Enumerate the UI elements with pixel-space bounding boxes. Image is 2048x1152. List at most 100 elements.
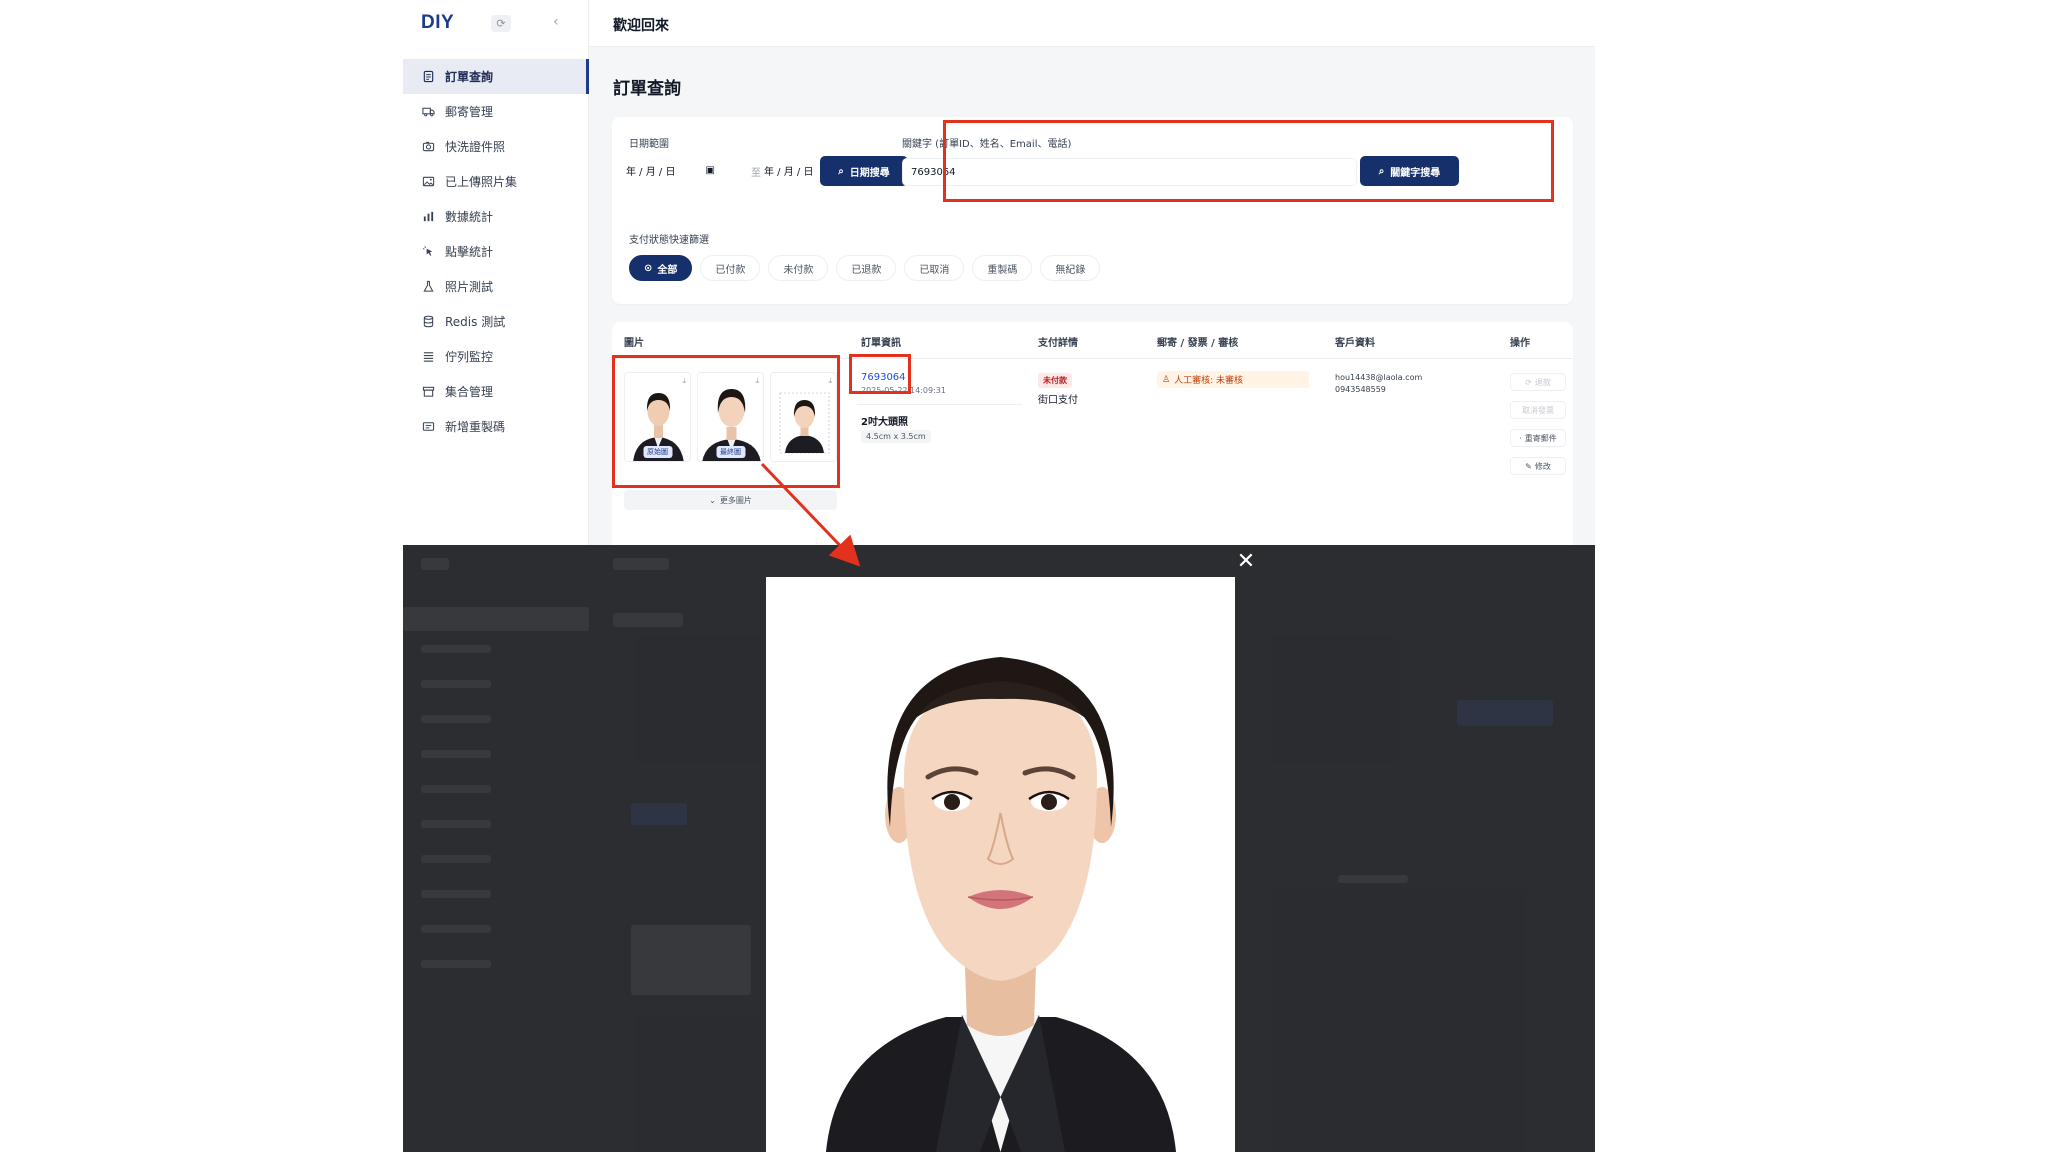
ghost-element: [421, 680, 491, 688]
chip-label: 未付款: [783, 264, 814, 276]
close-icon[interactable]: ✕: [1236, 551, 1256, 573]
sidebar-item-collection[interactable]: 集合管理: [403, 374, 589, 409]
sidebar-item-queue-monitor[interactable]: 佇列監控: [403, 339, 589, 374]
column-header-customer: 客戶資料: [1335, 338, 1375, 349]
edit-label: 修改: [1534, 461, 1551, 471]
payment-status-badge: 未付款: [1038, 373, 1072, 388]
page-title: 訂單查詢: [613, 79, 681, 99]
photo-preview-modal: [766, 577, 1235, 1152]
review-status-badge: ♙ 人工審核: 未審核: [1157, 371, 1309, 388]
chip-label: 重製碼: [987, 264, 1018, 276]
photo-size-tag: 4.5cm x 3.5cm: [861, 430, 931, 443]
column-header-payment: 支付詳情: [1038, 338, 1078, 349]
ghost-element: [421, 960, 491, 968]
more-images-button[interactable]: ⌄ 更多圖片: [624, 490, 837, 510]
status-chip-remake-code[interactable]: 重製碼: [972, 255, 1033, 281]
sidebar-nav: 訂單查詢 郵寄管理 快洗證件照 已上傳照片集 數據統計 點擊統計 照片測試 Re…: [403, 59, 589, 444]
ticket-icon: [422, 420, 435, 433]
edit-button[interactable]: ✎ 修改: [1510, 457, 1566, 475]
sidebar-item-label: 快洗證件照: [445, 140, 506, 154]
column-header-actions: 操作: [1510, 338, 1530, 349]
chevron-left-icon[interactable]: ‹: [553, 14, 559, 30]
sidebar-item-photo-test[interactable]: 照片測試: [403, 269, 589, 304]
sidebar-item-order-query[interactable]: 訂單查詢: [403, 59, 589, 94]
sidebar-item-label: 新增重製碼: [445, 420, 506, 434]
start-date-placeholder: 年 / 月 / 日: [626, 166, 676, 178]
sidebar-item-statistics[interactable]: 數據統計: [403, 199, 589, 234]
top-bar: 歡迎回來: [589, 0, 1595, 47]
ghost-element: [421, 890, 491, 898]
sidebar-item-label: 佇列監控: [445, 350, 494, 364]
ghost-element: [403, 607, 589, 631]
annotation-box-thumbnails: [612, 355, 840, 488]
chip-label: 已付款: [715, 264, 746, 276]
sidebar-item-redis-test[interactable]: Redis 測試: [403, 304, 589, 339]
sidebar-item-shipping[interactable]: 郵寄管理: [403, 94, 589, 129]
sidebar-item-label: 集合管理: [445, 385, 494, 399]
refresh-icon: ⟳: [1525, 377, 1532, 387]
status-chip-cancelled[interactable]: 已取消: [904, 255, 965, 281]
date-search-label: 日期搜尋: [849, 167, 890, 179]
chip-label: 全部: [657, 264, 678, 276]
screenshot-canvas: DIY ⟳ ‹ 訂單查詢 郵寄管理 快洗證件照 已上傳照片集 數據統計 點擊統計…: [0, 0, 2048, 1152]
sidebar-item-uploaded-photos[interactable]: 已上傳照片集: [403, 164, 589, 199]
calendar-icon: ▣: [705, 164, 715, 176]
customer-phone: 0943548559: [1335, 385, 1386, 394]
chip-label: 已取消: [919, 264, 950, 276]
product-name: 2吋大頭照: [861, 417, 908, 428]
ghost-element: [421, 558, 449, 570]
camera-icon: [422, 140, 435, 153]
sidebar-item-new-remake-code[interactable]: 新增重製碼: [403, 409, 589, 444]
end-date-placeholder: 年 / 月 / 日: [764, 166, 814, 178]
truck-icon: [422, 105, 435, 118]
cancel-invoice-label: 取消發票: [1522, 405, 1554, 415]
chip-label: 無紀錄: [1055, 264, 1086, 276]
refund-button[interactable]: ⟳ 退款: [1510, 373, 1566, 391]
ghost-element: [613, 558, 669, 570]
ghost-element: [421, 785, 491, 793]
list-icon: [422, 350, 435, 363]
resend-email-label: 重寄郵件: [1524, 433, 1557, 443]
column-header-image: 圖片: [624, 338, 644, 349]
order-info-divider: [857, 404, 1022, 405]
sidebar-item-label: 點擊統計: [445, 245, 494, 259]
brand-logo: DIY: [421, 12, 455, 33]
enlarged-portrait-photo: [766, 577, 1235, 1152]
ghost-element: [421, 645, 491, 653]
refresh-icon[interactable]: ⟳: [491, 15, 511, 32]
ghost-element: [421, 925, 491, 933]
payment-method: 街口支付: [1038, 395, 1078, 406]
status-chip-all[interactable]: ⊙ 全部: [629, 255, 693, 281]
date-range-label: 日期範圍: [629, 139, 669, 150]
column-header-order-info: 訂單資訊: [861, 338, 901, 349]
ghost-element: [613, 613, 683, 627]
ghost-element: [1338, 875, 1408, 883]
ghost-element: [631, 803, 687, 825]
annotation-box-order-id: [849, 354, 911, 394]
column-header-shipping: 郵寄 / 發票 / 審核: [1157, 338, 1239, 349]
customer-email: hou14438@laola.com: [1335, 373, 1423, 382]
review-status-label: 人工審核: 未審核: [1174, 376, 1243, 386]
start-date-input[interactable]: 年 / 月 / 日 ▣: [612, 157, 742, 183]
ghost-element: [1457, 700, 1553, 726]
ghost-element: [421, 820, 491, 828]
pointer-icon: [422, 245, 435, 258]
ghost-element: [631, 925, 751, 995]
cancel-invoice-button[interactable]: 取消發票: [1510, 401, 1566, 419]
status-chip-refunded[interactable]: 已退款: [836, 255, 897, 281]
status-chip-no-record[interactable]: 無紀錄: [1040, 255, 1101, 281]
status-chip-unpaid[interactable]: 未付款: [768, 255, 829, 281]
sidebar-item-label: Redis 測試: [445, 315, 506, 329]
sidebar-item-label: 郵寄管理: [445, 105, 494, 119]
resend-email-button[interactable]: · 重寄郵件: [1510, 429, 1566, 447]
sidebar-item-quick-photo[interactable]: 快洗證件照: [403, 129, 589, 164]
status-chip-paid[interactable]: 已付款: [700, 255, 761, 281]
annotation-box-keyword: [943, 120, 1554, 202]
sidebar-item-label: 訂單查詢: [445, 70, 494, 84]
status-filter-label: 支付狀態快速篩選: [629, 235, 709, 246]
check-circle-icon: ⊙: [644, 262, 653, 274]
sidebar-item-click-stats[interactable]: 點擊統計: [403, 234, 589, 269]
refund-label: 退款: [1534, 377, 1551, 387]
sidebar-item-label: 已上傳照片集: [445, 175, 518, 189]
date-search-button[interactable]: ⌕ 日期搜尋: [820, 156, 908, 186]
